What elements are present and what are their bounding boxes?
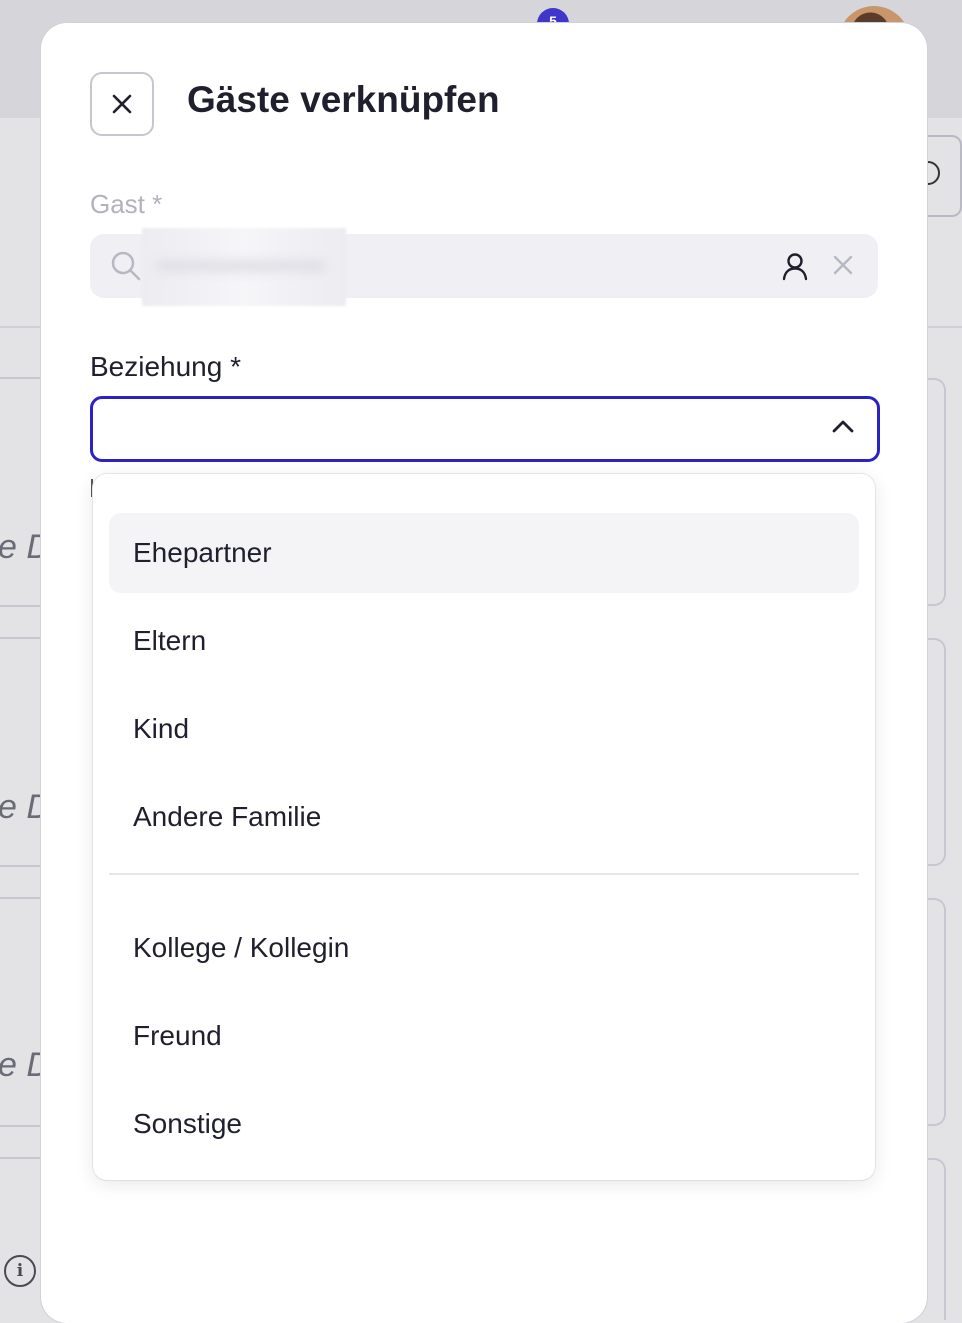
info-icon[interactable]: i bbox=[4, 1255, 36, 1287]
relationship-label: Beziehung * bbox=[90, 351, 242, 382]
option-eltern[interactable]: Eltern bbox=[109, 601, 859, 681]
option-label: Sonstige bbox=[133, 1108, 242, 1139]
close-button[interactable] bbox=[90, 72, 154, 136]
relationship-select[interactable] bbox=[90, 396, 880, 462]
option-label: Freund bbox=[133, 1020, 222, 1051]
background-card bbox=[0, 897, 42, 1127]
option-andere-familie[interactable]: Andere Familie bbox=[109, 777, 859, 857]
option-label: Ehepartner bbox=[133, 537, 272, 568]
background-card bbox=[0, 1157, 42, 1319]
option-kollege[interactable]: Kollege / Kollegin bbox=[109, 908, 859, 988]
guest-value-blurred bbox=[142, 228, 346, 306]
option-freund[interactable]: Freund bbox=[109, 996, 859, 1076]
guest-search-field[interactable] bbox=[90, 228, 878, 306]
option-label: Eltern bbox=[133, 625, 207, 656]
option-label: Kollege / Kollegin bbox=[133, 932, 350, 963]
modal-title: Gäste verknüpfen bbox=[187, 79, 500, 120]
option-ehepartner[interactable]: Ehepartner bbox=[109, 513, 859, 593]
person-icon[interactable] bbox=[780, 251, 810, 281]
chevron-up-icon bbox=[832, 420, 854, 433]
close-icon bbox=[112, 94, 132, 114]
option-kind[interactable]: Kind bbox=[109, 689, 859, 769]
dropdown-divider bbox=[109, 873, 859, 875]
relationship-dropdown: Ehepartner Eltern Kind Andere Familie Ko… bbox=[93, 474, 875, 1180]
background-card bbox=[0, 377, 42, 607]
option-label: Andere Familie bbox=[133, 801, 322, 832]
search-icon bbox=[111, 251, 141, 281]
option-sonstige[interactable]: Sonstige bbox=[109, 1084, 859, 1164]
clear-icon[interactable] bbox=[832, 254, 854, 276]
guest-label: Gast * bbox=[90, 189, 163, 219]
background-card bbox=[0, 637, 42, 867]
option-label: Kind bbox=[133, 713, 190, 744]
